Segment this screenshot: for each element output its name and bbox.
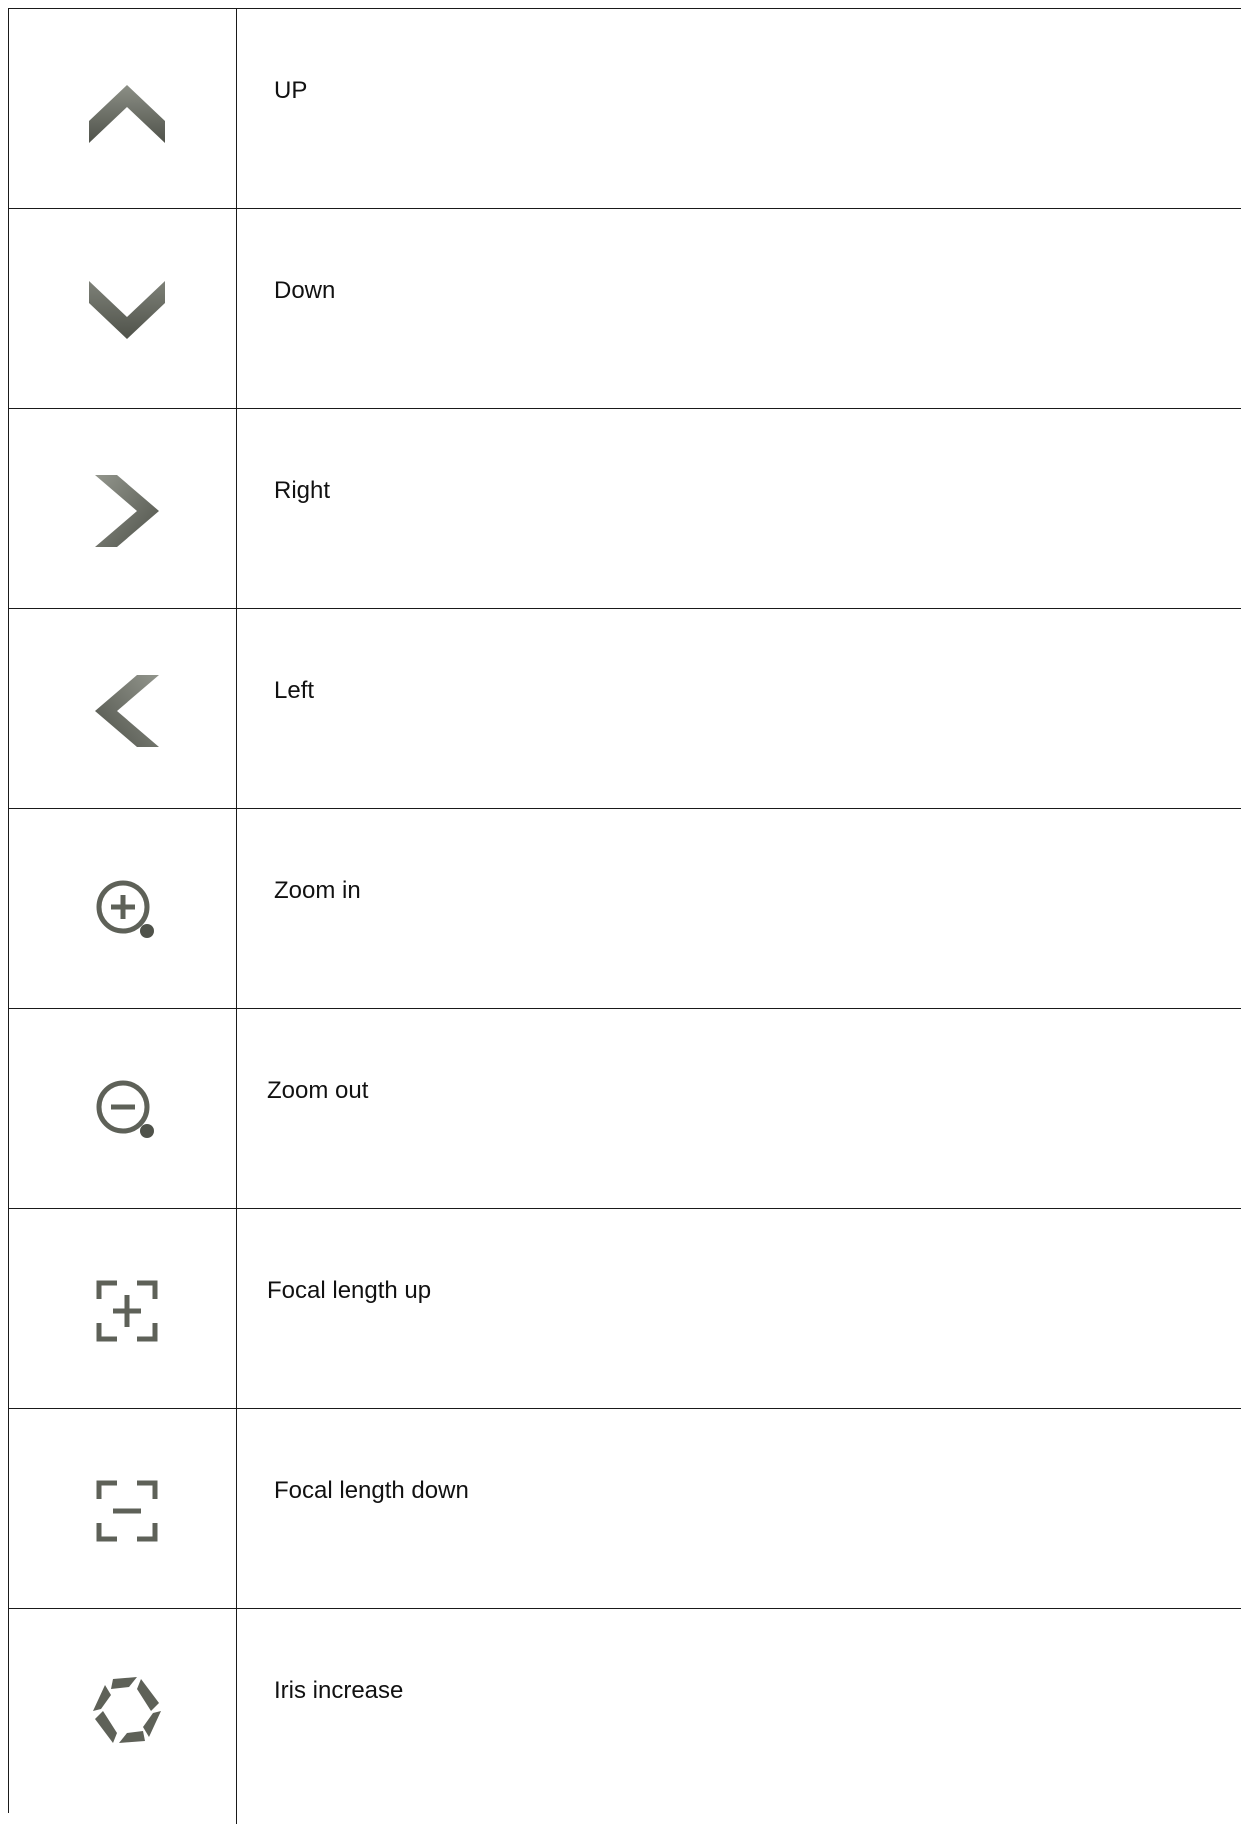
table-row: Zoom out [9, 1009, 1241, 1209]
table-row: Down [9, 209, 1241, 409]
row-label: Focal length up [267, 1277, 432, 1304]
icon-cell [9, 1009, 237, 1208]
zoom-in-icon [87, 871, 167, 951]
focus-plus-icon [87, 1271, 167, 1351]
icon-cell [9, 209, 237, 408]
row-label: Right [274, 477, 331, 504]
controls-table: UP Down Right Left Zoom in Zoom out Foca… [8, 8, 1241, 1824]
icon-cell [9, 609, 237, 808]
icon-cell [9, 409, 237, 608]
chevron-down-icon [87, 271, 167, 351]
iris-icon [87, 1671, 167, 1751]
chevron-right-icon [87, 471, 167, 551]
chevron-left-icon [87, 671, 167, 751]
row-label: Zoom in [274, 877, 361, 904]
table-row: Iris increase [9, 1609, 1241, 1824]
row-label: Zoom out [267, 1077, 369, 1104]
row-label: Focal length down [274, 1477, 469, 1504]
icon-cell [9, 1209, 237, 1408]
row-label: Left [274, 677, 315, 704]
icon-cell [9, 1409, 237, 1608]
table-row: Focal length down [9, 1409, 1241, 1609]
row-label: Iris increase [274, 1677, 404, 1704]
zoom-out-icon [87, 1071, 167, 1151]
focus-minus-icon [87, 1471, 167, 1551]
table-row: UP [9, 9, 1241, 209]
table-row: Right [9, 409, 1241, 609]
icon-cell [9, 9, 237, 208]
icon-cell [9, 1609, 237, 1824]
icon-cell [9, 809, 237, 1008]
table-row: Zoom in [9, 809, 1241, 1009]
table-row: Left [9, 609, 1241, 809]
row-label: Down [274, 277, 336, 304]
table-row: Focal length up [9, 1209, 1241, 1409]
chevron-up-icon [87, 71, 167, 151]
row-label: UP [274, 77, 308, 104]
